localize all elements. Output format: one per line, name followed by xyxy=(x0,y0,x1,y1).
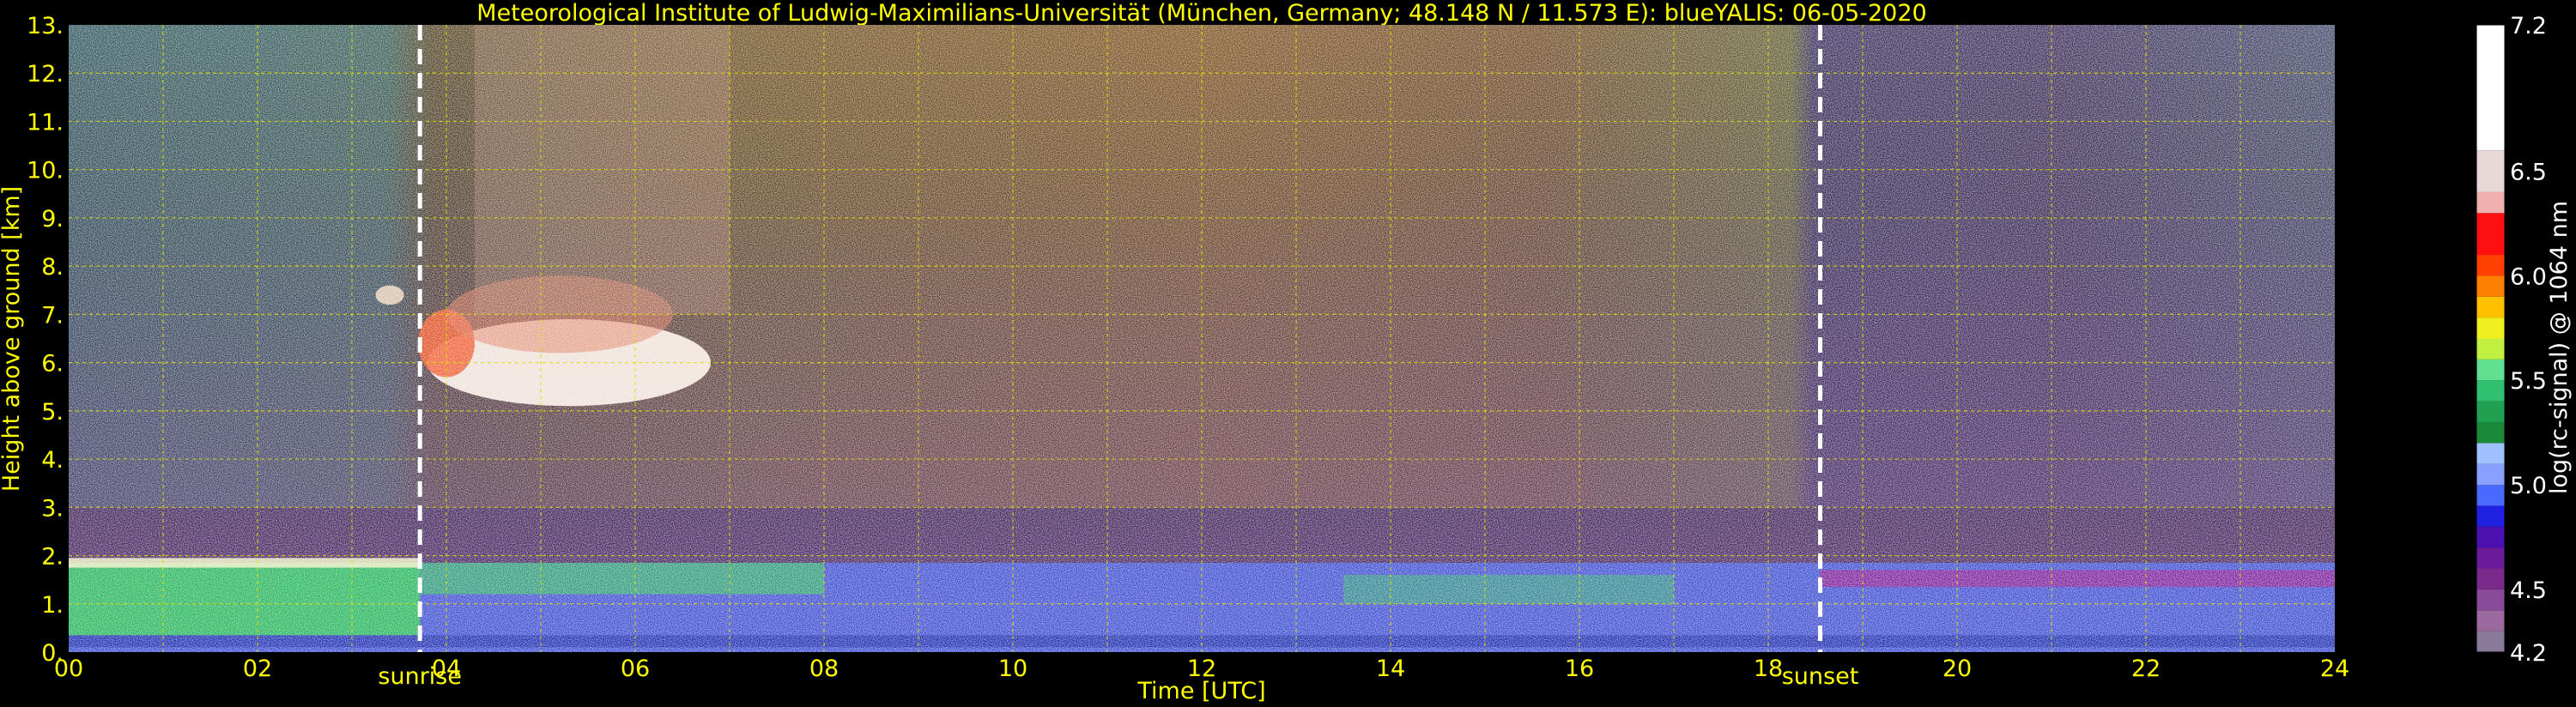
colorbar-segment xyxy=(2476,317,2505,339)
y-tick-label: 6. xyxy=(41,351,64,378)
colorbar-segment xyxy=(2476,589,2505,611)
colorbar-segment xyxy=(2476,463,2505,486)
plot-area xyxy=(69,25,2335,652)
x-tick-label: 08 xyxy=(809,656,839,682)
colorbar-segment xyxy=(2476,380,2505,402)
y-tick-label: 11. xyxy=(27,109,64,136)
colorbar-segment xyxy=(2476,505,2505,527)
colorbar-tick-label: 4.2 xyxy=(2510,640,2547,667)
y-tick-label: 1. xyxy=(41,592,64,619)
colorbar-tick-label: 6.0 xyxy=(2510,263,2547,290)
x-tick-label: 18 xyxy=(1754,656,1783,682)
colorbar-tick-label: 7.2 xyxy=(2510,13,2547,39)
x-tick-label: 04 xyxy=(432,656,461,682)
x-tick-label: 02 xyxy=(243,656,272,682)
colorbar-tick-label: 6.5 xyxy=(2510,160,2547,186)
x-tick-label: 14 xyxy=(1376,656,1405,682)
x-tick-label: 20 xyxy=(1943,656,1972,682)
y-tick-label: 0. xyxy=(41,640,64,667)
y-tick-label: 4. xyxy=(41,447,64,474)
y-tick-label: 9. xyxy=(41,206,64,233)
colorbar-tick-label: 5.5 xyxy=(2510,368,2547,395)
x-tick-label: 06 xyxy=(621,656,650,682)
colorbar-segment xyxy=(2476,213,2505,256)
y-tick-label: 5. xyxy=(41,399,64,426)
x-tick-label: 22 xyxy=(2131,656,2161,682)
colorbar: 4.2 4.5 5.0 5.5 6.0 6.5 7.2 xyxy=(2476,13,2547,667)
y-tick-label: 12. xyxy=(27,61,64,88)
colorbar-segment xyxy=(2476,547,2505,569)
colorbar-segment xyxy=(2476,421,2505,444)
colorbar-segment xyxy=(2476,25,2505,151)
colorbar-segment xyxy=(2476,631,2505,652)
colorbar-segment xyxy=(2476,485,2505,506)
y-tick-label: 8. xyxy=(41,254,64,281)
colorbar-segment xyxy=(2476,610,2505,631)
lidar-chart: Meteorological Institute of Ludwig-Maxim… xyxy=(0,0,2573,704)
y-tick-label: 7. xyxy=(41,302,64,329)
colorbar-segment xyxy=(2476,150,2505,192)
chart-title: Meteorological Institute of Ludwig-Maxim… xyxy=(476,0,1926,27)
x-axis-label: Time [UTC] xyxy=(1136,678,1265,704)
y-axis-label: Height above ground [km] xyxy=(0,186,25,492)
colorbar-tick-label: 5.0 xyxy=(2510,473,2547,499)
colorbar-segment xyxy=(2476,568,2505,589)
colorbar-segment xyxy=(2476,275,2505,297)
y-tick-label: 13. xyxy=(27,13,64,39)
y-tick-label: 2. xyxy=(41,544,64,571)
colorbar-segment xyxy=(2476,401,2505,422)
colorbar-tick-label: 4.5 xyxy=(2510,577,2547,604)
colorbar-segment xyxy=(2476,443,2505,464)
sunset-label: sunset xyxy=(1782,663,1859,690)
colorbar-segment xyxy=(2476,191,2505,214)
colorbar-segment xyxy=(2476,338,2505,360)
colorbar-segment xyxy=(2476,296,2505,318)
colorbar-segment xyxy=(2476,359,2505,381)
colorbar-segment xyxy=(2476,255,2505,276)
colorbar-label: log(rc-signal) @ 1064 nm xyxy=(2546,201,2573,494)
x-tick-label: 10 xyxy=(998,656,1027,682)
x-tick-label: 24 xyxy=(2320,656,2349,682)
y-axis-ticks: 0. 1. 2. 3. 4. 5. 6. 7. 8. 9. 10. 11. 12. 13. xyxy=(27,13,64,667)
colorbar-segment xyxy=(2476,526,2505,548)
y-tick-label: 10. xyxy=(27,158,64,184)
y-tick-label: 3. xyxy=(41,495,64,522)
x-tick-label: 16 xyxy=(1565,656,1594,682)
